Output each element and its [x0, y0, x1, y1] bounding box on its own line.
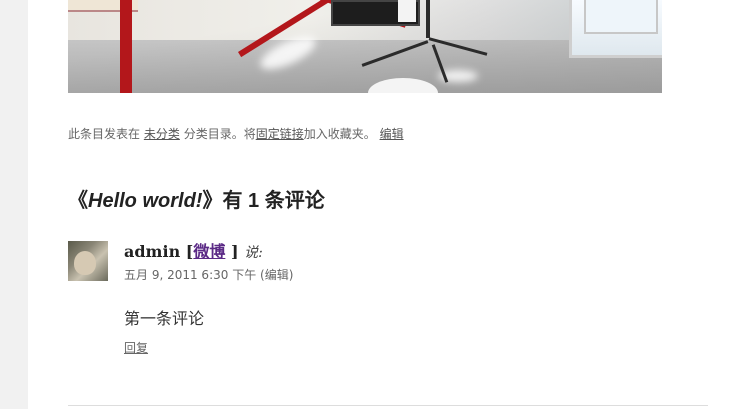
comment-date-link[interactable]: 五月 9, 2011 6:30 下午: [124, 268, 256, 282]
meta-prefix: 此条目发表在: [68, 127, 141, 141]
category-link[interactable]: 未分类: [144, 127, 180, 141]
author-name: admin: [124, 242, 181, 261]
photo-window: [569, 0, 662, 58]
meta-suffix: 加入收藏夹。: [303, 127, 376, 141]
comment-edit-link[interactable]: (编辑): [260, 268, 293, 282]
reply-link[interactable]: 回复: [124, 339, 148, 356]
title-close: 》有 1 条评论: [202, 190, 325, 212]
photo-speaker-panel: [398, 0, 416, 22]
content-area: 此条目发表在 未分类 分类目录。将固定链接加入收藏夹。 编辑 《Hello wo…: [28, 0, 755, 409]
featured-photo: [68, 0, 662, 93]
title-post-name: Hello world!: [88, 190, 203, 212]
photo-red-leg: [120, 0, 132, 93]
divider: [68, 405, 708, 406]
comment-body: 第一条评论: [124, 309, 205, 328]
bracket-close: ]: [230, 242, 239, 261]
says-label: 说:: [244, 245, 263, 261]
permalink-link[interactable]: 固定链接: [256, 127, 304, 141]
edit-post-link[interactable]: 编辑: [380, 127, 404, 141]
title-open: 《: [68, 190, 88, 212]
avatar: [68, 241, 108, 281]
meta-middle: 分类目录。将: [183, 127, 256, 141]
comments-title: 《Hello world!》有 1 条评论: [68, 184, 325, 213]
comment-author: admin [微博 ] 说:: [124, 238, 263, 262]
photo-stand-pole: [426, 0, 430, 38]
comment-date: 五月 9, 2011 6:30 下午 (编辑): [124, 266, 293, 283]
post-meta: 此条目发表在 未分类 分类目录。将固定链接加入收藏夹。 编辑: [68, 125, 404, 142]
weibo-link[interactable]: 微博: [193, 242, 225, 261]
